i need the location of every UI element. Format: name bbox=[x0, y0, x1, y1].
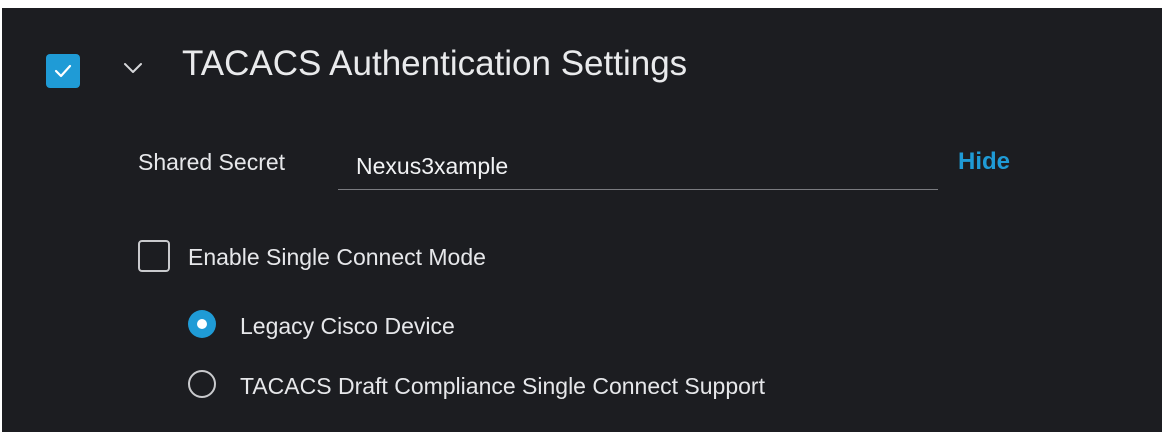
radio-legacy-cisco-device[interactable] bbox=[188, 310, 216, 338]
chevron-down-icon bbox=[124, 63, 142, 73]
shared-secret-label: Shared Secret bbox=[138, 149, 286, 175]
radio-legacy-cisco-device-label: Legacy Cisco Device bbox=[240, 313, 455, 339]
shared-secret-input[interactable] bbox=[338, 144, 938, 190]
checkmark-icon bbox=[54, 64, 72, 78]
tacacs-settings-panel: TACACS Authentication Settings Shared Se… bbox=[2, 8, 1162, 432]
single-connect-label: Enable Single Connect Mode bbox=[188, 244, 486, 270]
hide-secret-link[interactable]: Hide bbox=[958, 148, 1010, 176]
section-enable-checkbox[interactable] bbox=[46, 54, 80, 88]
radio-tacacs-draft-compliance-label: TACACS Draft Compliance Single Connect S… bbox=[240, 373, 765, 399]
collapse-toggle[interactable] bbox=[122, 60, 144, 76]
section-title: TACACS Authentication Settings bbox=[182, 44, 688, 83]
radio-tacacs-draft-compliance[interactable] bbox=[188, 370, 216, 398]
single-connect-checkbox[interactable] bbox=[138, 240, 170, 272]
